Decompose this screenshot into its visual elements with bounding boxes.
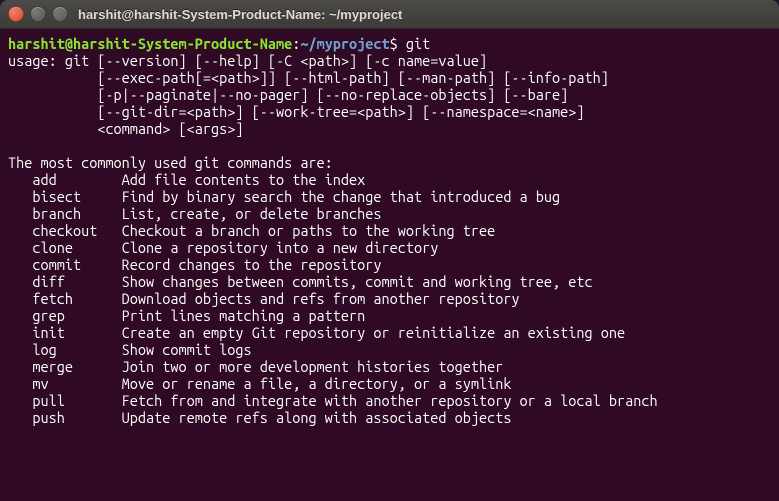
usage-line: [--exec-path[=<path>]] [--html-path] [--… [8, 69, 609, 86]
prompt-path: ~/myproject [300, 35, 389, 52]
minimize-icon[interactable] [30, 6, 46, 22]
commands-heading: The most commonly used git commands are: [8, 154, 333, 171]
window-controls [8, 6, 68, 22]
maximize-icon[interactable] [52, 6, 68, 22]
commands-list: add Add file contents to the index bisec… [8, 171, 771, 426]
usage-line: usage: git [--version] [--help] [-C <pat… [8, 52, 487, 69]
terminal-window: harshit@harshit-System-Product-Name: ~/m… [0, 0, 779, 501]
usage-line: [-p|--paginate|--no-pager] [--no-replace… [8, 86, 568, 103]
prompt-user-host: harshit@harshit-System-Product-Name [8, 35, 292, 52]
prompt-dollar: $ [390, 35, 398, 52]
terminal-body[interactable]: harshit@harshit-System-Product-Name:~/my… [0, 29, 779, 501]
titlebar[interactable]: harshit@harshit-System-Product-Name: ~/m… [0, 0, 779, 29]
close-icon[interactable] [8, 6, 24, 22]
prompt-command: git [398, 35, 431, 52]
usage-line: [--git-dir=<path>] [--work-tree=<path>] … [8, 103, 585, 120]
usage-line: <command> [<args>] [8, 120, 243, 137]
window-title: harshit@harshit-System-Product-Name: ~/m… [78, 7, 402, 22]
